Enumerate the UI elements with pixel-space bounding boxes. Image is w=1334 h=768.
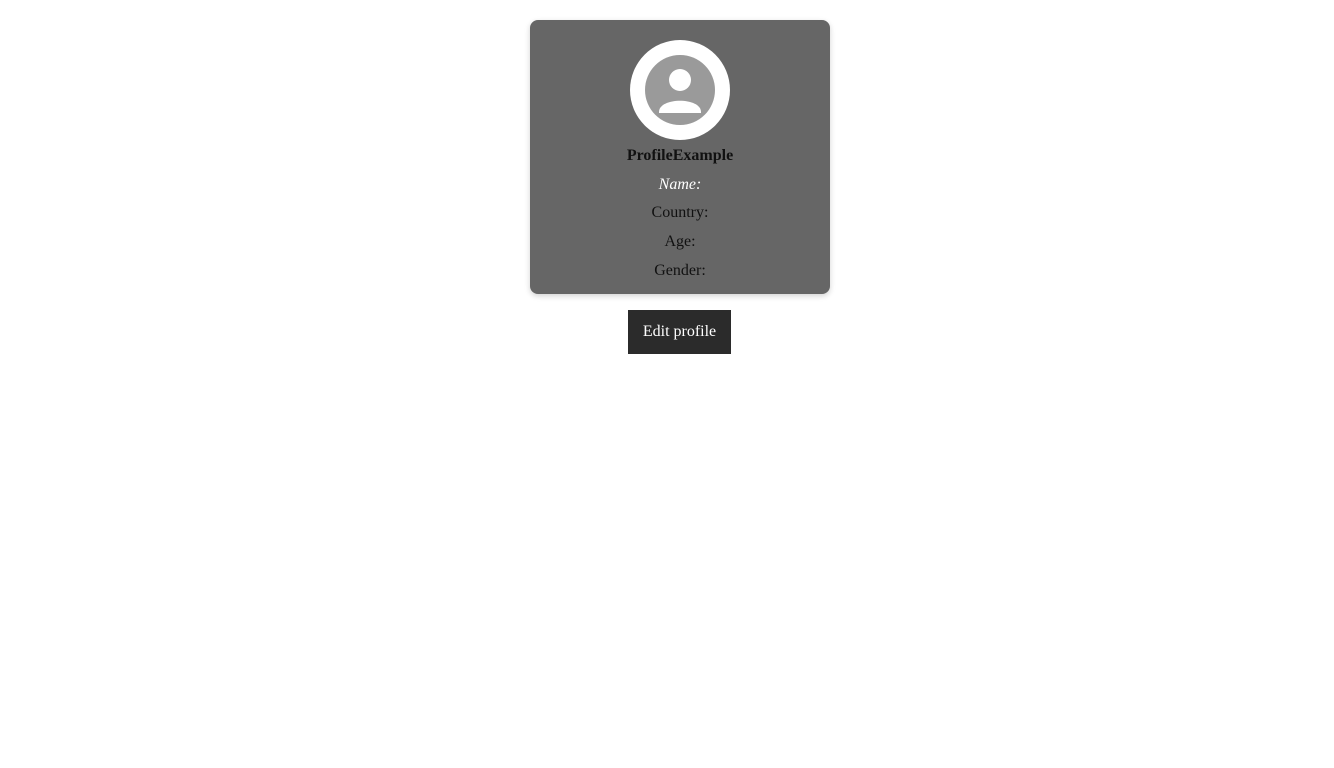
profile-username: ProfileExample: [626, 147, 734, 164]
avatar: [630, 40, 730, 140]
country-field-label: Country:: [651, 204, 709, 221]
name-field-label: Name:: [658, 176, 702, 193]
gender-field-label: Gender:: [654, 262, 706, 279]
age-field-label: Age:: [664, 233, 696, 250]
edit-profile-button[interactable]: Edit profile: [628, 310, 731, 354]
user-avatar-icon: [645, 55, 715, 125]
profile-card: ProfileExample Name: Country: Age: Gende…: [530, 20, 830, 294]
page: ProfileExample Name: Country: Age: Gende…: [0, 0, 1334, 768]
